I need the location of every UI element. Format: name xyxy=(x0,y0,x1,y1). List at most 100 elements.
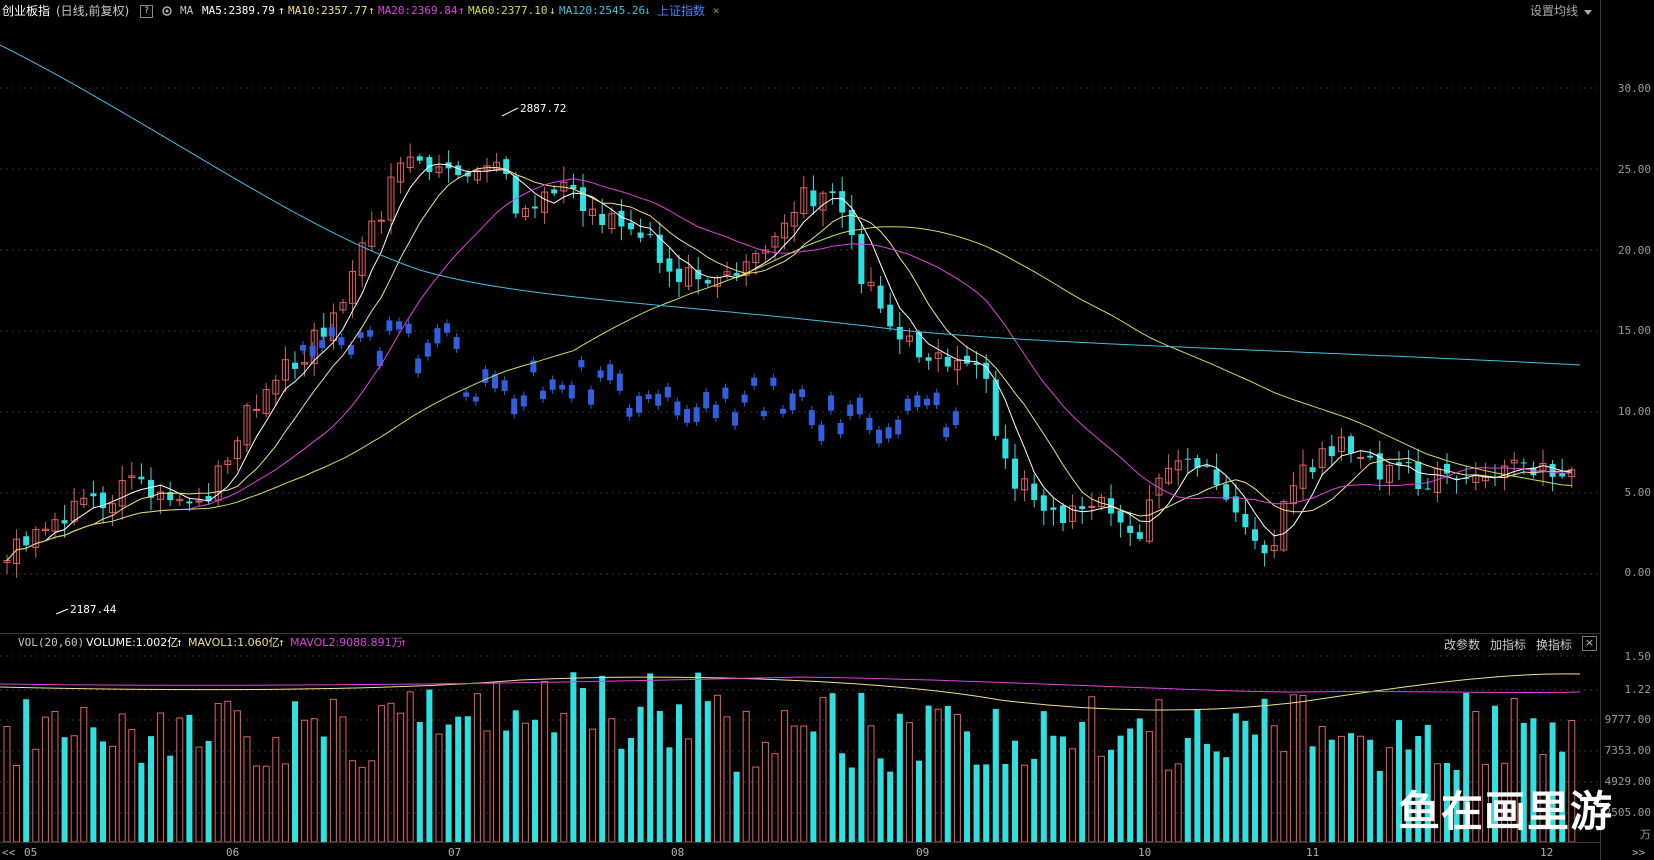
add-indicator-button[interactable]: 加指标 xyxy=(1490,636,1526,653)
volume-unit: 万 xyxy=(1640,828,1651,841)
scroll-left-icon[interactable]: << xyxy=(2,846,15,860)
volume-bar xyxy=(704,701,711,842)
volume-bar xyxy=(1145,731,1153,842)
volume-chart[interactable] xyxy=(0,652,1600,842)
candle-body xyxy=(1088,505,1096,508)
candle-body xyxy=(810,190,817,207)
scroll-right-icon[interactable]: >> xyxy=(1632,846,1645,860)
ma60-line xyxy=(6,226,1572,561)
candle-body xyxy=(1012,458,1018,489)
candle-body xyxy=(455,165,462,176)
candle-body xyxy=(1136,532,1143,539)
volume-bar xyxy=(1270,725,1278,842)
candle-body xyxy=(1060,505,1066,524)
price-chart[interactable]: 2887.72 2187.44 xyxy=(0,0,1600,634)
volume-bar xyxy=(186,714,193,842)
price-tick: 15.00 xyxy=(1617,324,1651,337)
candle-body xyxy=(1031,483,1038,500)
volume-bar xyxy=(455,716,462,842)
volume-bar xyxy=(1079,721,1086,842)
volume-bar xyxy=(1060,736,1066,842)
close-indicator-icon[interactable]: × xyxy=(1582,636,1597,651)
volume-bar xyxy=(953,713,961,842)
candle-body xyxy=(138,476,145,480)
price-tick: 20.00 xyxy=(1617,244,1651,257)
candle-body xyxy=(628,222,634,230)
volume-bar xyxy=(61,737,68,842)
candle-body xyxy=(1127,525,1134,533)
volume-bar xyxy=(1280,751,1288,842)
candle-body xyxy=(944,356,951,367)
candle-body xyxy=(320,327,327,337)
candle-body xyxy=(1520,462,1527,464)
candle-body xyxy=(839,191,846,213)
volume-bar xyxy=(272,737,280,842)
candle-body xyxy=(1328,446,1335,457)
volume-tick: 9777.00 xyxy=(1604,713,1651,726)
price-tick: 25.00 xyxy=(1617,163,1651,176)
volume-bar xyxy=(1348,733,1354,842)
candle-body xyxy=(1184,458,1191,460)
volume-bar xyxy=(3,725,11,842)
volume-bar xyxy=(426,689,433,842)
volume-bar xyxy=(1194,708,1201,842)
candle-body xyxy=(1002,438,1009,459)
month-tick: 09 xyxy=(916,846,930,859)
volume-bar xyxy=(464,716,471,842)
volume-bar xyxy=(233,710,241,842)
month-tick: 06 xyxy=(226,846,240,859)
volume-bar xyxy=(262,765,270,842)
volume-bar xyxy=(80,706,88,842)
volume-bar xyxy=(416,722,423,842)
volume-bar xyxy=(887,771,894,842)
volume-bar xyxy=(1174,763,1182,842)
volume-tick: 1.50 xyxy=(1624,650,1652,663)
volume-bar xyxy=(214,702,222,842)
stock-chart-window: 创业板指 (日线,前复权) ? MA MA5:2389.79 ↑ MA10:23… xyxy=(0,0,1654,860)
volume-bar xyxy=(1328,739,1335,842)
candle-body xyxy=(829,191,836,194)
volume-bar xyxy=(1289,694,1297,842)
volume-bar xyxy=(1299,695,1307,842)
switch-indicator-button[interactable]: 换指标 xyxy=(1536,636,1572,653)
change-params-button[interactable]: 改参数 xyxy=(1444,636,1480,653)
candle-body xyxy=(1079,506,1086,510)
volume-bar xyxy=(1318,725,1326,842)
month-tick: 11 xyxy=(1306,846,1320,859)
candle-body xyxy=(61,520,68,524)
volume-bar xyxy=(570,672,577,842)
volume-bar xyxy=(349,760,357,842)
volume-tick: 1.22 xyxy=(1624,683,1652,696)
volume-bar xyxy=(358,766,366,842)
volume-bar xyxy=(176,717,184,842)
price-tick: 30.00 xyxy=(1617,82,1651,95)
candle-body xyxy=(23,536,30,546)
volume-bar xyxy=(118,713,126,842)
volume-bar xyxy=(628,738,634,842)
volume-bar xyxy=(41,716,49,842)
month-tick: 07 xyxy=(448,846,462,859)
volume-bar xyxy=(70,735,78,842)
volume-bar xyxy=(916,760,922,842)
volume-bar xyxy=(1050,735,1057,842)
candle-body xyxy=(1415,461,1422,489)
volume-bar xyxy=(877,758,884,842)
volume-bar xyxy=(647,673,654,842)
volume-bar xyxy=(292,701,298,842)
volume-bar xyxy=(301,719,309,842)
candle-body xyxy=(676,268,682,282)
high-price-annotation: 2887.72 xyxy=(520,102,566,115)
candle-body xyxy=(1232,496,1239,513)
time-axis-divider xyxy=(0,842,1600,843)
volume-bar xyxy=(1184,738,1191,842)
candle-body xyxy=(1367,455,1374,458)
volume-bar xyxy=(1097,755,1105,842)
volume-bar xyxy=(1385,747,1393,842)
volume-bar xyxy=(13,765,21,842)
candle-body xyxy=(666,258,673,272)
volume-bar xyxy=(541,681,549,842)
month-tick: 10 xyxy=(1138,846,1152,859)
candle-body xyxy=(1405,462,1412,464)
volume-bar xyxy=(1252,734,1258,842)
volume-bar xyxy=(377,705,385,842)
